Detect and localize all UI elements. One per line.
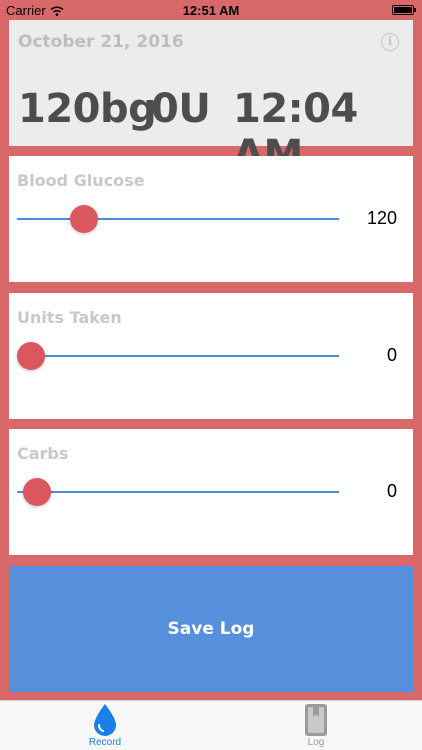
units-taken-card: Units Taken 0: [9, 293, 413, 419]
blood-glucose-value: 120: [366, 208, 397, 228]
carbs-card: Carbs 0: [9, 429, 413, 555]
summary-date: October 21, 2016: [18, 32, 184, 52]
units-taken-label: Units Taken: [17, 308, 122, 327]
units-taken-slider-thumb[interactable]: [17, 342, 45, 370]
units-taken-value: 0: [386, 345, 397, 365]
summary-units: 0U: [151, 86, 211, 132]
carbs-slider-thumb[interactable]: [22, 478, 51, 506]
carbs-slider-track[interactable]: [17, 491, 339, 493]
battery-icon: [392, 5, 416, 15]
tab-bar: Record Log: [0, 700, 422, 750]
status-bar: Carrier 12:51 AM: [0, 0, 422, 20]
blood-glucose-slider-track[interactable]: [17, 218, 339, 220]
units-taken-slider-track[interactable]: [17, 355, 339, 357]
blood-glucose-label: Blood Glucose: [17, 171, 145, 190]
tab-log[interactable]: Log: [266, 703, 366, 749]
water-drop-icon: [94, 704, 116, 736]
summary-glucose: 120bg: [18, 86, 157, 132]
status-time: 12:51 AM: [182, 3, 240, 18]
save-log-button[interactable]: Save Log: [9, 566, 413, 692]
summary-panel: October 21, 2016 i 120bg 0U 12:04 AM: [9, 20, 413, 178]
blood-glucose-card: Blood Glucose 120: [9, 156, 413, 282]
info-icon[interactable]: i: [381, 33, 399, 51]
tab-record[interactable]: Record: [55, 703, 155, 749]
tab-record-label: Record: [88, 737, 122, 748]
notebook-icon: [305, 704, 327, 736]
carbs-label: Carbs: [17, 444, 69, 463]
carbs-value: 0: [386, 481, 397, 501]
blood-glucose-slider-thumb[interactable]: [69, 205, 98, 233]
tab-log-label: Log: [307, 737, 325, 748]
